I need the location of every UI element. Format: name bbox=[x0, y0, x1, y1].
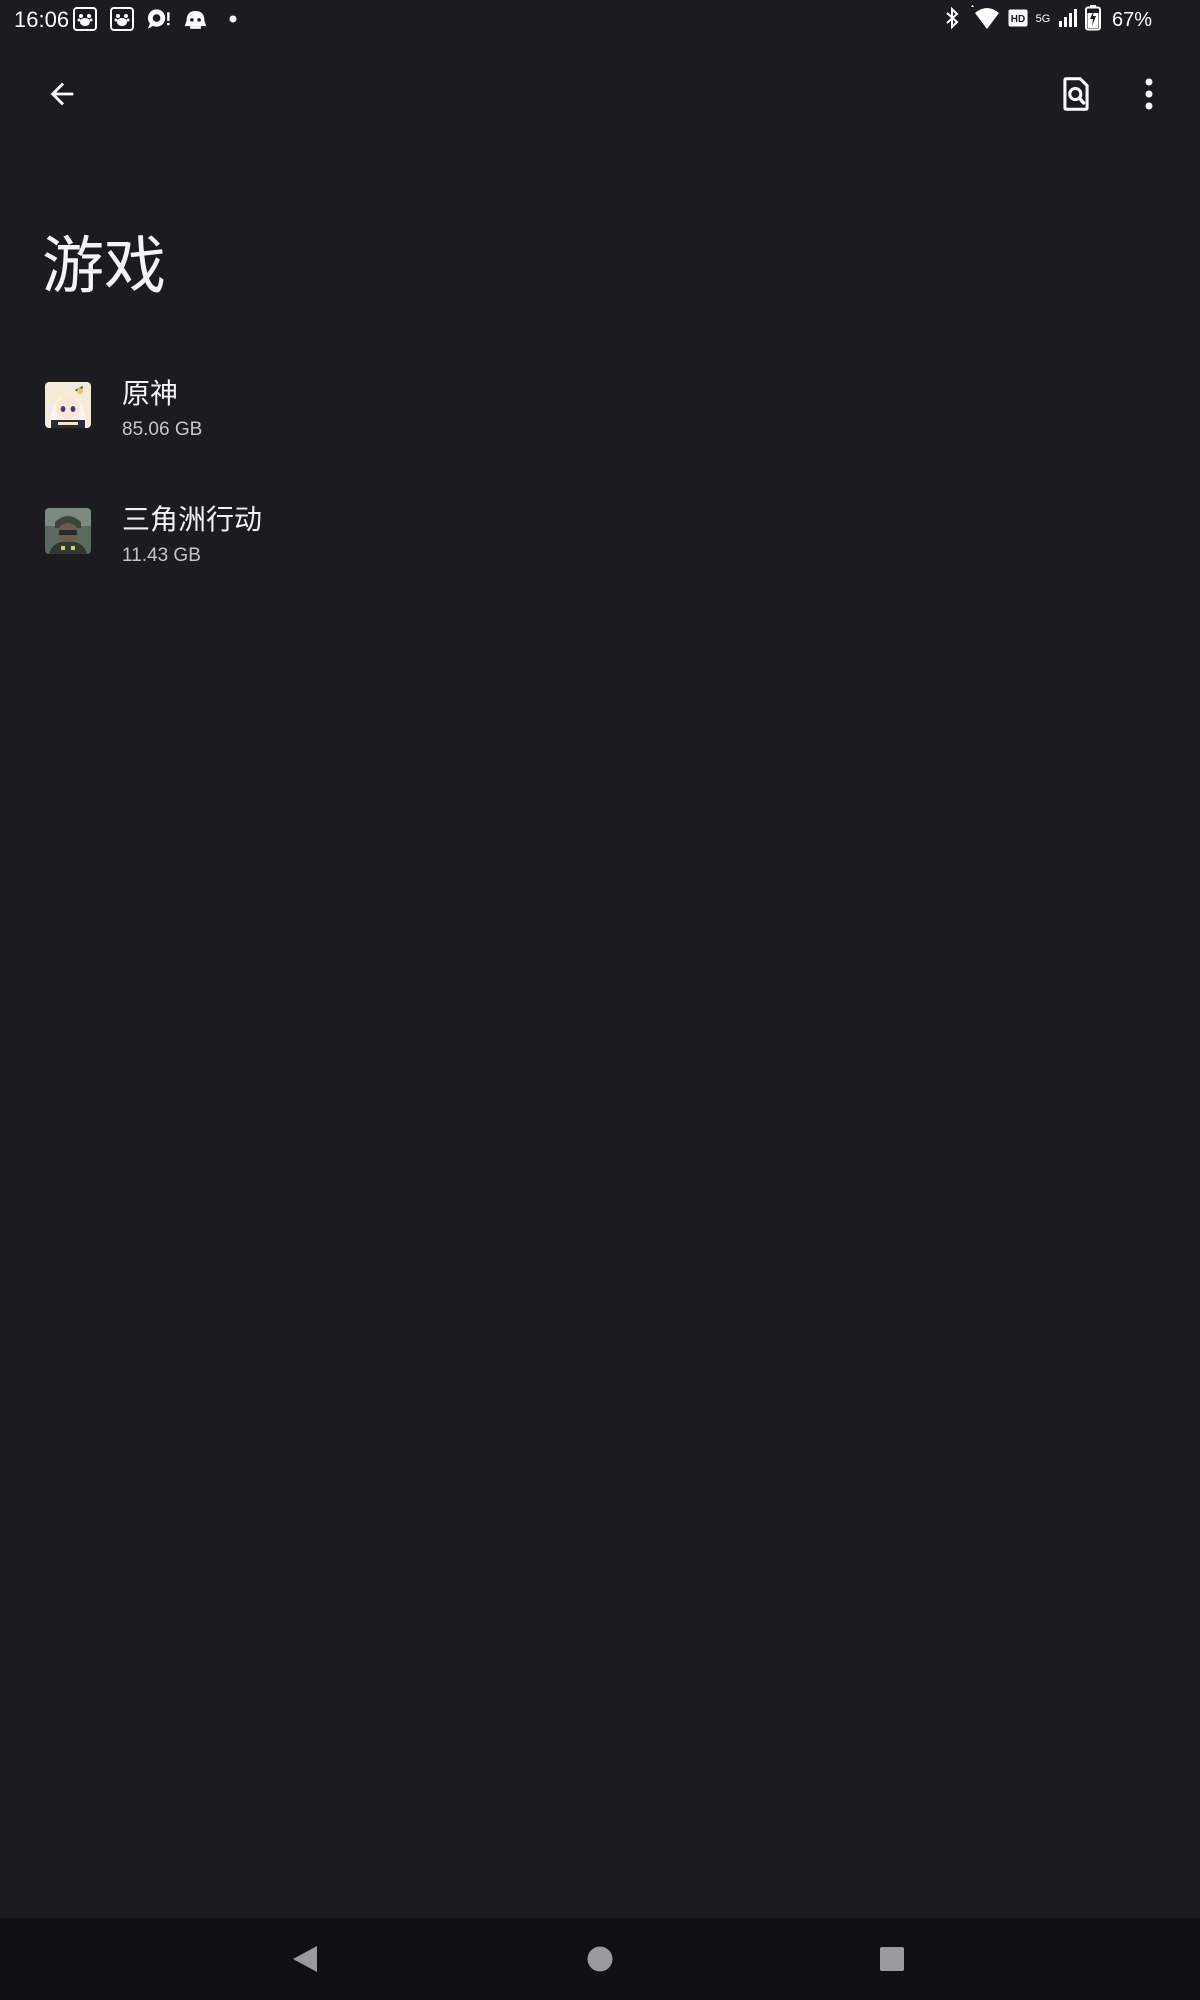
wifi-icon bbox=[967, 5, 1001, 35]
top-app-bar bbox=[0, 56, 1200, 132]
nav-back-button[interactable] bbox=[270, 1924, 340, 1994]
more-options-button[interactable] bbox=[1113, 58, 1185, 130]
hd-icon: HD bbox=[1008, 9, 1028, 31]
chat-bubble-icon bbox=[146, 6, 171, 31]
arrow-back-icon bbox=[50, 82, 74, 106]
system-status-icons: HD 5G 67% bbox=[944, 5, 1152, 35]
signal-icon bbox=[1058, 8, 1078, 32]
baidu-netdisk-icon bbox=[109, 6, 134, 31]
nav-home-button[interactable] bbox=[565, 1924, 635, 1994]
page-title: 游戏 bbox=[42, 229, 167, 302]
navigation-bar bbox=[0, 1918, 1200, 2000]
file-search-button[interactable] bbox=[1040, 58, 1112, 130]
baidu-netdisk-icon bbox=[72, 6, 97, 31]
nav-recent-button[interactable] bbox=[857, 1924, 927, 1994]
bluetooth-icon bbox=[944, 6, 960, 34]
status-bar: 16:06 HD 5G 67% bbox=[0, 0, 1200, 42]
genshin-app-icon bbox=[45, 382, 91, 428]
list-item-genshin[interactable]: 原神 85.06 GB bbox=[0, 356, 1200, 482]
app-name: 三角洲行动 bbox=[122, 503, 263, 536]
svg-text:HD: HD bbox=[1011, 14, 1025, 25]
app-size: 11.43 GB bbox=[122, 545, 201, 566]
app-character-icon bbox=[183, 6, 208, 31]
nav-back-triangle-icon bbox=[293, 1946, 317, 1972]
back-button[interactable] bbox=[26, 58, 98, 130]
battery-charging-icon bbox=[1084, 5, 1101, 35]
app-list: 原神 85.06 GB 三角洲行动 11.43 GB bbox=[0, 356, 1200, 608]
battery-percent: 67% bbox=[1111, 8, 1152, 31]
notification-icons bbox=[72, 6, 245, 31]
app-size: 85.06 GB bbox=[122, 419, 203, 440]
screen: 16:06 HD 5G 67% 游戏 原神 85.06 GB 三角洲行动 11.… bbox=[0, 0, 1200, 2000]
nav-home-circle-icon bbox=[587, 1946, 613, 1972]
status-time: 16:06 bbox=[14, 7, 70, 32]
list-item-delta-force[interactable]: 三角洲行动 11.43 GB bbox=[0, 482, 1200, 608]
app-name: 原神 bbox=[122, 377, 179, 410]
file-search-icon bbox=[1063, 77, 1089, 111]
more-vert-icon bbox=[1145, 78, 1153, 110]
svg-text:5G: 5G bbox=[1036, 13, 1051, 25]
delta-force-app-icon bbox=[45, 508, 91, 554]
5g-icon: 5G bbox=[1035, 9, 1051, 31]
dot-icon bbox=[220, 6, 245, 31]
nav-recent-square-icon bbox=[880, 1947, 904, 1971]
